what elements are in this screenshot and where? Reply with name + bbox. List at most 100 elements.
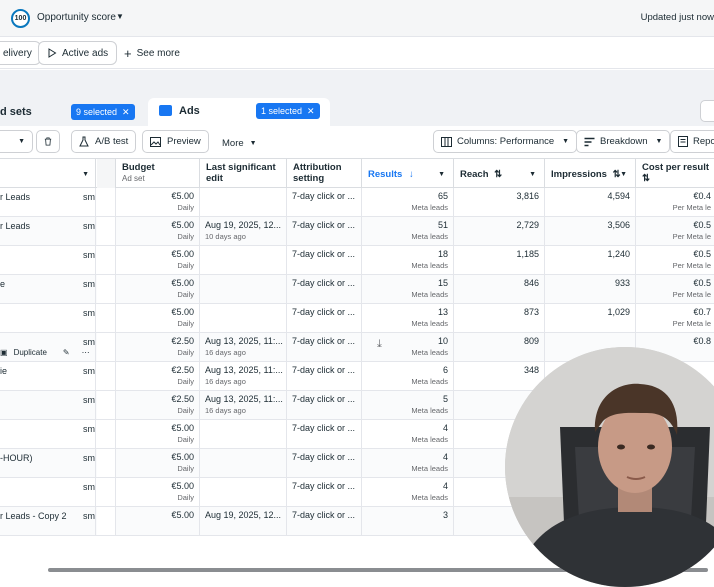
active-ads-filter-chip[interactable]: Active ads	[38, 41, 118, 65]
results-cell: 10 Meta leads ⤓	[362, 333, 454, 361]
download-icon[interactable]: ⤓	[377, 339, 382, 350]
ad-name-cell[interactable]: sme	[0, 304, 96, 332]
delete-button[interactable]	[36, 130, 60, 153]
results-cell: 4 Meta leads	[362, 449, 454, 477]
ad-name-link[interactable]: r Leads	[0, 221, 30, 232]
ad-name-cell[interactable]: sme	[0, 391, 96, 419]
budget-cell[interactable]: €5.00 Daily	[116, 188, 200, 216]
delivery-status: sme	[83, 250, 95, 260]
budget-cell[interactable]: €5.00 Daily	[116, 449, 200, 477]
ad-name-cell[interactable]: e sme	[0, 275, 96, 303]
budget-type: Daily	[177, 232, 194, 241]
duplicate-icon[interactable]: ▣	[0, 347, 8, 358]
preview-button[interactable]: Preview	[142, 130, 209, 153]
sort-down-icon: ↓	[408, 169, 414, 180]
header-impressions[interactable]: Impressions ⇅ ▼	[545, 159, 636, 189]
results-cell: 15 Meta leads	[362, 275, 454, 303]
ad-name-link[interactable]: r Leads - Copy 2	[0, 511, 67, 522]
ad-name-cell[interactable]: sme	[0, 420, 96, 448]
ad-name-cell[interactable]: ▣ Duplicate ✎ ⋯sme	[0, 333, 96, 361]
header-attribution[interactable]: Attribution setting	[287, 159, 362, 189]
results-type: Meta leads	[411, 464, 448, 473]
budget-type: Daily	[177, 290, 194, 299]
reach-value: 873	[523, 307, 539, 317]
ad-name-cell[interactable]: ie sme	[0, 362, 96, 390]
budget-cell[interactable]: €5.00 Daily	[116, 420, 200, 448]
attribution-cell: 7-day click or ...	[287, 188, 362, 216]
ad-name-link[interactable]: r Leads	[0, 192, 30, 203]
ad-name-cell[interactable]: sme	[0, 478, 96, 506]
ad-sets-selected-badge[interactable]: 9 selected ✕	[71, 104, 135, 120]
ad-name-cell[interactable]: r Leads sme	[0, 188, 96, 216]
header-budget[interactable]: Budget Ad set	[116, 159, 200, 189]
budget-cell[interactable]: €5.00	[116, 507, 200, 535]
spacer-cell	[97, 304, 116, 332]
columns-button[interactable]: Columns: Performance ▼	[433, 130, 578, 153]
ad-name-link[interactable]: e	[0, 279, 5, 290]
more-button[interactable]: More ▼	[222, 131, 257, 155]
reach-value: 1,185	[516, 249, 539, 259]
duplicate-button[interactable]: Duplicate	[14, 347, 47, 358]
header-delivery[interactable]: ▼	[0, 159, 96, 189]
spacer-cell	[97, 449, 116, 477]
ad-name-link[interactable]: ie	[0, 366, 7, 377]
table-row[interactable]: sme €5.00 Daily 7-day click or ... 13 Meta le…	[0, 304, 714, 333]
header-last-edit[interactable]: Last significant edit	[200, 159, 287, 189]
budget-cell[interactable]: €5.00 Daily	[116, 275, 200, 303]
edit-dropdown-button[interactable]: ▼	[0, 130, 33, 153]
header-cost-per-result[interactable]: Cost per result ⇅	[636, 159, 714, 189]
impressions-cell: 1,029	[545, 304, 636, 332]
results-value: 65	[437, 191, 448, 201]
close-icon[interactable]: ✕	[307, 106, 315, 117]
attribution-value: 7-day click or ...	[292, 452, 356, 462]
spacer-cell	[97, 188, 116, 216]
attribution-value: 7-day click or ...	[292, 278, 356, 288]
table-row[interactable]: e sme €5.00 Daily 7-day click or ... 15 Meta l…	[0, 275, 714, 304]
delivery-filter-chip[interactable]: elivery	[0, 41, 41, 65]
table-row[interactable]: sme €5.00 Daily 7-day click or ... 18 Meta le…	[0, 246, 714, 275]
reports-button[interactable]: Repo	[670, 130, 714, 153]
spacer-cell	[97, 420, 116, 448]
spacer-cell	[97, 333, 116, 361]
results-cell: 6 Meta leads	[362, 362, 454, 390]
budget-cell[interactable]: €2.50 Daily	[116, 362, 200, 390]
breakdown-button[interactable]: Breakdown ▼	[576, 130, 671, 153]
opportunity-score-label[interactable]: Opportunity score	[37, 12, 116, 23]
reach-value: 3,816	[516, 191, 539, 201]
cpr-type: Per Meta le	[672, 203, 711, 212]
budget-cell[interactable]: €5.00 Daily	[116, 304, 200, 332]
table-row[interactable]: r Leads sme €5.00 Daily 7-day click or ... 65…	[0, 188, 714, 217]
reach-cell: 809	[454, 333, 545, 361]
ad-name-cell[interactable]: r Leads - Copy 2 sme	[0, 507, 96, 535]
results-type: Meta leads	[411, 377, 448, 386]
budget-cell[interactable]: €2.50 Daily	[116, 333, 200, 361]
close-icon[interactable]: ✕	[122, 107, 130, 118]
reach-cell: 2,729	[454, 217, 545, 245]
budget-cell[interactable]: €5.00 Daily	[116, 478, 200, 506]
caret-down-icon[interactable]: ▼	[116, 12, 124, 21]
table-row[interactable]: r Leads sme €5.00 Daily Aug 19, 2025, 12... 1…	[0, 217, 714, 246]
header-reach[interactable]: Reach ⇅ ▼	[454, 159, 545, 189]
header-results[interactable]: Results ↓ ▼	[362, 159, 454, 189]
edit-pencil-icon[interactable]: ✎	[63, 347, 70, 358]
reach-cell: 846	[454, 275, 545, 303]
tab-ad-sets[interactable]: d sets	[0, 106, 32, 118]
spacer-cell	[97, 275, 116, 303]
ab-test-button[interactable]: A/B test	[71, 130, 137, 153]
results-value: 4	[442, 481, 448, 491]
budget-cell[interactable]: €2.50 Daily	[116, 391, 200, 419]
ad-name-link[interactable]: -HOUR)	[0, 453, 33, 464]
attribution-cell: 7-day click or ...	[287, 246, 362, 274]
results-cell: 18 Meta leads	[362, 246, 454, 274]
more-options-icon[interactable]: ⋯	[82, 347, 90, 358]
ad-name-cell[interactable]: r Leads sme	[0, 217, 96, 245]
opportunity-score-badge[interactable]: 100	[11, 9, 30, 28]
budget-cell[interactable]: €5.00 Daily	[116, 217, 200, 245]
ads-selected-badge[interactable]: 1 selected ✕	[256, 103, 320, 119]
ad-name-cell[interactable]: -HOUR) sme	[0, 449, 96, 477]
budget-cell[interactable]: €5.00 Daily	[116, 246, 200, 274]
side-panel-toggle-button[interactable]	[700, 100, 714, 122]
tab-ads[interactable]: Ads 1 selected ✕	[148, 98, 330, 126]
ad-name-cell[interactable]: sme	[0, 246, 96, 274]
see-more-button[interactable]: + See more	[124, 41, 180, 65]
